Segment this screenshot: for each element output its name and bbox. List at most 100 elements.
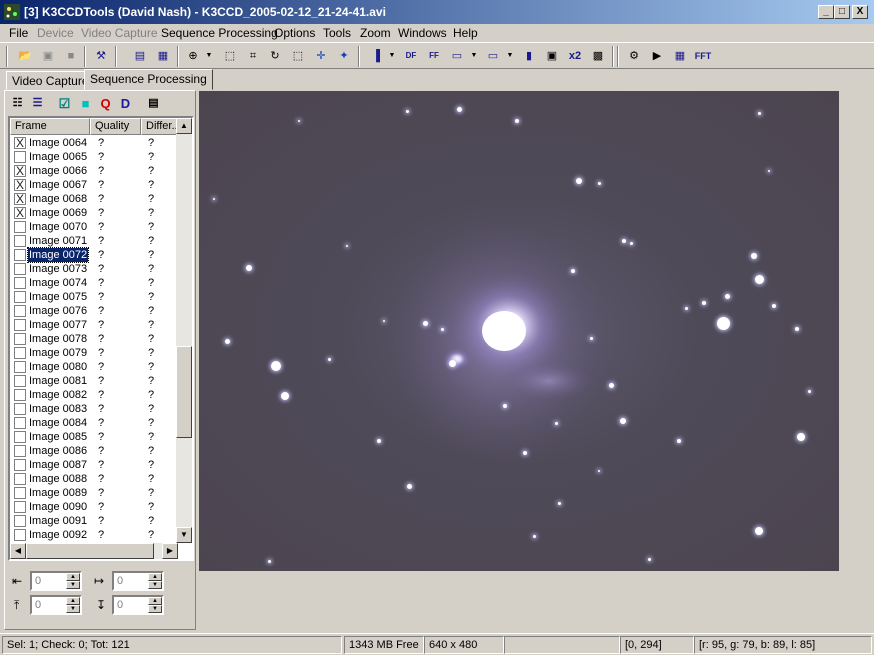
list-item[interactable]: Image 0089??	[10, 486, 178, 500]
list-item[interactable]: Image 0072??	[10, 247, 178, 263]
spin-up-icon[interactable]: ▲	[66, 573, 80, 581]
select-rect-icon[interactable]: ⬚	[220, 46, 240, 66]
list-item[interactable]: Image 0088??	[10, 472, 178, 486]
row-checkbox[interactable]	[14, 501, 26, 513]
row-checkbox[interactable]: X	[14, 207, 26, 219]
graph-icon[interactable]: ▦	[670, 46, 690, 66]
list-item[interactable]: Image 0065??	[10, 150, 178, 164]
menu-device[interactable]: Device	[37, 26, 74, 40]
menu-sequence-processing[interactable]: Sequence Processing	[161, 26, 278, 40]
dark-frame-icon[interactable]: DF	[401, 46, 421, 66]
rotate-select-icon[interactable]: ↻	[265, 46, 285, 66]
list-item[interactable]: X Image 0069??	[10, 206, 178, 220]
spin-up-icon[interactable]: ▲	[148, 597, 162, 605]
top-offset-input[interactable]: 0 ▲ ▼	[30, 595, 82, 615]
row-checkbox[interactable]	[14, 445, 26, 457]
row-checkbox[interactable]	[14, 529, 26, 541]
row-checkbox[interactable]	[14, 263, 26, 275]
list-item[interactable]: X Image 0066??	[10, 164, 178, 178]
list-item[interactable]: Image 0075??	[10, 290, 178, 304]
menu-options[interactable]: Options	[274, 26, 315, 40]
menu-video-capture[interactable]: Video Capture	[81, 26, 158, 40]
list-item[interactable]: Image 0076??	[10, 304, 178, 318]
play-icon[interactable]: ▶	[647, 46, 667, 66]
row-checkbox[interactable]: X	[14, 179, 26, 191]
list-item[interactable]: X Image 0064??	[10, 136, 178, 150]
list-item[interactable]: Image 0074??	[10, 276, 178, 290]
row-checkbox[interactable]	[14, 361, 26, 373]
camera-icon[interactable]: ▣	[38, 46, 58, 66]
quality-button[interactable]: Q	[97, 95, 114, 112]
spin-up-icon[interactable]: ▲	[66, 597, 80, 605]
properties-icon[interactable]: ▤	[145, 95, 162, 112]
row-checkbox[interactable]: X	[14, 165, 26, 177]
filter-icon[interactable]: ▭	[447, 46, 467, 66]
scroll-thumb[interactable]	[176, 346, 192, 438]
list-item[interactable]: Image 0091??	[10, 514, 178, 528]
save-sequence-icon[interactable]: ▦	[153, 46, 173, 66]
check-all-icon[interactable]: ☑	[56, 95, 73, 112]
minimize-button[interactable]: _	[818, 5, 834, 19]
row-checkbox[interactable]	[14, 347, 26, 359]
frame-list[interactable]: Frame Quality Differ... X Image 0064?? Ima…	[8, 116, 194, 561]
row-checkbox[interactable]	[14, 403, 26, 415]
list-item[interactable]: Image 0073??	[10, 262, 178, 276]
levels-icon[interactable]: ▩	[588, 46, 608, 66]
save-icon[interactable]: ■	[61, 46, 81, 66]
list-item[interactable]: Image 0080??	[10, 360, 178, 374]
image-viewer[interactable]	[199, 91, 839, 571]
open-icon[interactable]: 📂	[15, 46, 35, 66]
flat-frame-icon[interactable]: FF	[424, 46, 444, 66]
maximize-button[interactable]: □	[834, 5, 850, 19]
row-checkbox[interactable]	[14, 515, 26, 527]
align-icon[interactable]: ✛	[311, 46, 331, 66]
region-icon[interactable]: ▣	[542, 46, 562, 66]
column-frame[interactable]: Frame	[10, 118, 90, 135]
row-checkbox[interactable]	[14, 459, 26, 471]
stack-dropdown-icon[interactable]: ▼	[388, 46, 396, 66]
hscroll-thumb[interactable]	[26, 543, 154, 559]
list-item[interactable]: Image 0092??	[10, 528, 178, 542]
zoom-x2-button[interactable]: x2	[565, 46, 585, 66]
row-checkbox[interactable]: X	[14, 193, 26, 205]
dotted-rect-icon[interactable]: ⬚	[288, 46, 308, 66]
list-item[interactable]: Image 0071??	[10, 234, 178, 248]
menu-windows[interactable]: Windows	[398, 26, 447, 40]
row-checkbox[interactable]	[14, 277, 26, 289]
list-item[interactable]: Image 0082??	[10, 388, 178, 402]
scroll-up-icon[interactable]: ▲	[176, 118, 192, 134]
settings-icon[interactable]: ⚒	[91, 46, 111, 66]
list-item[interactable]: Image 0083??	[10, 402, 178, 416]
spin-down-icon[interactable]: ▼	[148, 581, 162, 589]
list-item[interactable]: X Image 0067??	[10, 178, 178, 192]
row-checkbox[interactable]	[14, 291, 26, 303]
close-button[interactable]: X	[852, 5, 868, 19]
crosshair-dropdown-icon[interactable]: ▼	[205, 46, 213, 66]
row-checkbox[interactable]	[14, 389, 26, 401]
row-checkbox[interactable]	[14, 151, 26, 163]
list-item[interactable]: Image 0087??	[10, 458, 178, 472]
list-item[interactable]: X Image 0068??	[10, 192, 178, 206]
filter-dropdown-icon[interactable]: ▼	[470, 46, 478, 66]
config-icon[interactable]: ⚙	[624, 46, 644, 66]
spin-down-icon[interactable]: ▼	[66, 605, 80, 613]
row-checkbox[interactable]	[14, 431, 26, 443]
scroll-right-icon[interactable]: ▶	[162, 543, 178, 559]
row-checkbox[interactable]	[14, 487, 26, 499]
menu-file[interactable]: File	[9, 26, 28, 40]
fft-button[interactable]: FFT	[693, 46, 713, 66]
width-input[interactable]: 0 ▲ ▼	[112, 571, 164, 591]
row-checkbox[interactable]: X	[14, 137, 26, 149]
uncheck-icon[interactable]: ■	[77, 95, 94, 112]
crosshair-icon[interactable]: ⊕	[183, 46, 203, 66]
list-item[interactable]: Image 0070??	[10, 220, 178, 234]
histogram-icon[interactable]: ▭	[483, 46, 503, 66]
row-checkbox[interactable]	[14, 417, 26, 429]
tab-sequence-processing[interactable]: Sequence Processing	[84, 69, 213, 90]
menu-tools[interactable]: Tools	[323, 26, 351, 40]
row-checkbox[interactable]	[14, 375, 26, 387]
row-checkbox[interactable]	[14, 235, 26, 247]
list-item[interactable]: Image 0078??	[10, 332, 178, 346]
grid-select-icon[interactable]: ⌗	[243, 46, 263, 66]
spin-down-icon[interactable]: ▼	[148, 605, 162, 613]
